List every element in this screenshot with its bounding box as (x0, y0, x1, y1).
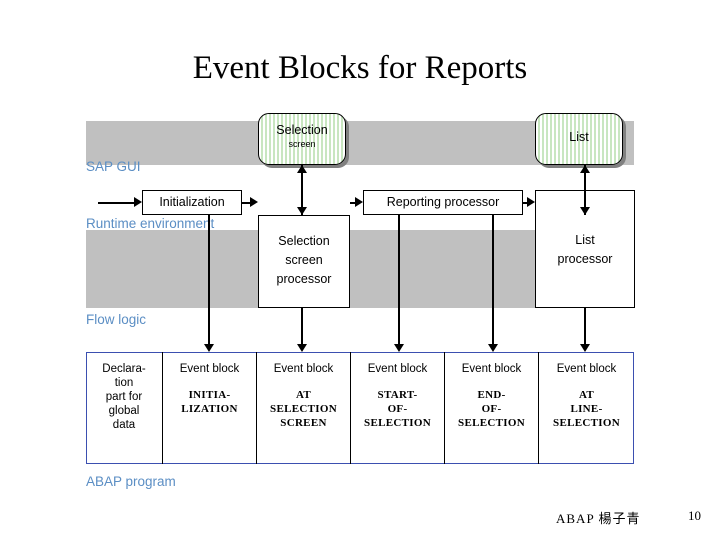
program-cell-at-line-selection[interactable]: Event block AT LINE- SELECTION (539, 352, 634, 464)
arrow-lp-down-line (584, 308, 586, 344)
initialization-box[interactable]: Initialization (142, 190, 242, 215)
selection-screen-line1: Selection (276, 123, 328, 137)
cell-header-3: Event block (367, 363, 428, 375)
page-title: Event Blocks for Reports (192, 50, 528, 86)
cell-header-2: Event block (273, 363, 334, 375)
arrow-rp-down-end-line (492, 215, 494, 344)
ssp-line2: screen (285, 253, 323, 267)
list-line1: List (569, 130, 589, 144)
ssp-line1: Selection (278, 234, 330, 248)
arrow-rp-down-end-head (488, 344, 498, 352)
arrow-ssp-to-rp-head (355, 197, 363, 207)
label-runtime-environment: Runtime environment (86, 216, 215, 231)
program-cell-initialization[interactable]: Event block INITIA- LIZATION (163, 352, 257, 464)
footer-page-number: 10 (688, 508, 701, 523)
lp-line1: List (575, 233, 595, 247)
label-flow-logic: Flow logic (86, 312, 147, 327)
ssp-line3: processor (276, 272, 332, 286)
arrow-entry-head (134, 197, 142, 207)
arrow-init-to-ssp-line (242, 202, 250, 204)
selection-screen-processor-box[interactable]: Selection screen processor (258, 215, 350, 308)
cell-code-3: START- OF- SELECTION (364, 389, 431, 429)
arrow-lp-down-head (580, 344, 590, 352)
footer-author: ABAP 楊子青 (556, 511, 641, 526)
cell-header-5: Event block (556, 363, 617, 375)
label-abap-program: ABAP program (86, 474, 176, 489)
arrow-ss-down-head (297, 207, 307, 215)
cell-code-2: AT SELECTION SCREEN (270, 389, 337, 429)
cell-header-1: Event block (179, 363, 240, 375)
arrow-rp-down-start-line (398, 215, 400, 344)
cell-header-0: Declara- tion part for global data (102, 363, 146, 431)
arrow-init-down-line (208, 215, 210, 344)
cell-code-4: END- OF- SELECTION (458, 389, 525, 429)
arrow-ssp-down-head (297, 344, 307, 352)
list-box[interactable]: List (535, 113, 623, 165)
slide-canvas: Event Blocks for Reports Selection scree… (0, 0, 720, 540)
program-cell-end-of-selection[interactable]: Event block END- OF- SELECTION (445, 352, 539, 464)
label-sap-gui: SAP GUI (86, 159, 141, 174)
reporting-processor-box[interactable]: Reporting processor (363, 190, 523, 215)
arrow-init-down-head (204, 344, 214, 352)
arrow-list-down-head (580, 207, 590, 215)
arrow-ss-up-head (297, 165, 307, 173)
arrow-rp-down-start-head (394, 344, 404, 352)
selection-screen-box[interactable]: Selection screen (258, 113, 346, 165)
cell-header-4: Event block (461, 363, 522, 375)
cell-code-5: AT LINE- SELECTION (553, 389, 620, 429)
arrow-init-to-ssp-head (250, 197, 258, 207)
arrow-rp-to-lp-head (527, 197, 535, 207)
arrow-list-up-head (580, 165, 590, 173)
arrow-entry-line (98, 202, 134, 204)
cell-code-1: INITIA- LIZATION (181, 389, 238, 415)
program-cell-declaration[interactable]: Declara- tion part for global data (86, 352, 163, 464)
lp-line2: processor (557, 252, 613, 266)
arrow-ssp-down-line (301, 308, 303, 344)
program-cell-at-selection-screen[interactable]: Event block AT SELECTION SCREEN (257, 352, 351, 464)
program-cell-start-of-selection[interactable]: Event block START- OF- SELECTION (351, 352, 445, 464)
selection-screen-line2: screen (288, 139, 316, 149)
